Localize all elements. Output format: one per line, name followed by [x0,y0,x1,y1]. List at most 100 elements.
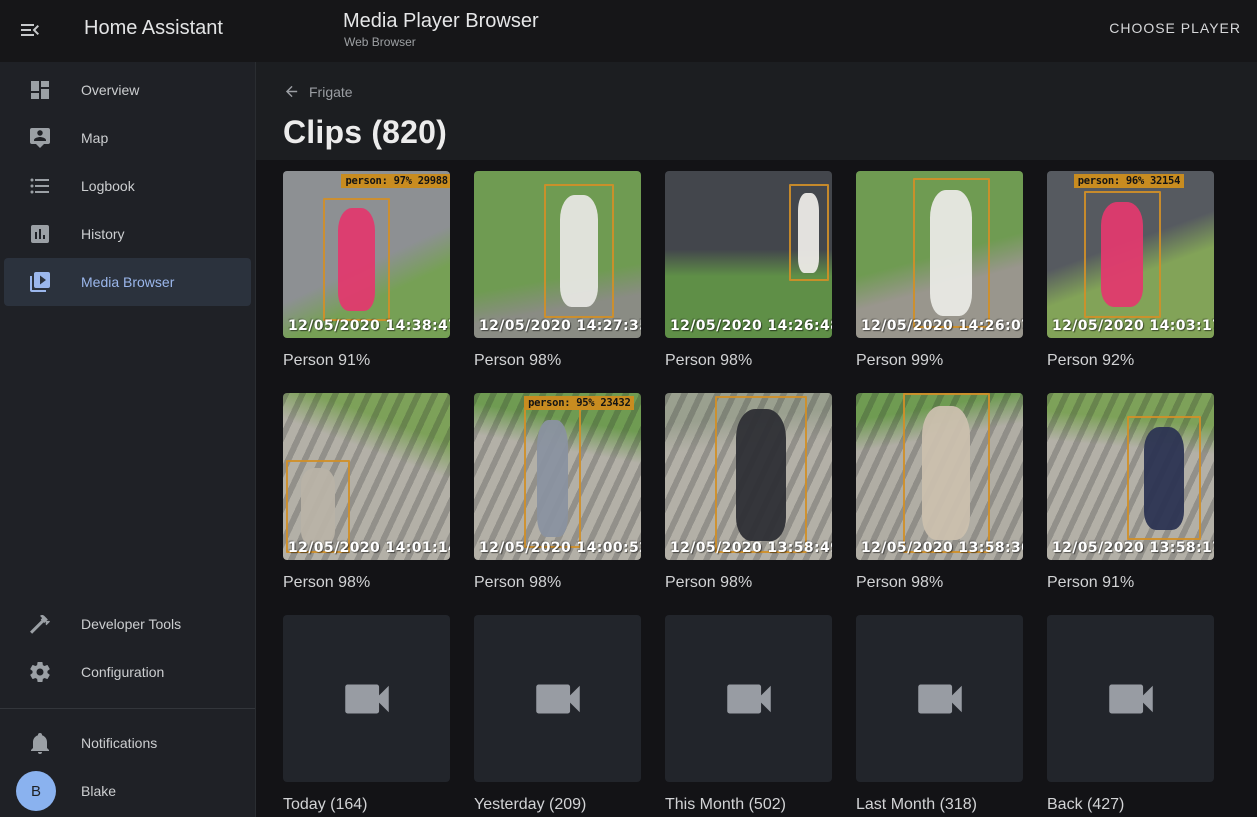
clip-card[interactable]: 12/05/2020 13:58:30 Person 98% [856,393,1023,592]
detection-box [715,396,807,553]
folder-label: This Month (502) [665,795,832,814]
clip-label: Person 91% [1047,573,1214,592]
hammer-icon [28,612,52,636]
person-figure [301,468,335,545]
view-dashboard-icon [28,78,52,102]
clip-card[interactable]: 12/05/2020 14:01:14 Person 98% [283,393,450,592]
sidebar-nav: Overview Map Logbook History Media Brows… [0,62,255,306]
sidebar-item-configuration[interactable]: Configuration [4,648,251,696]
clip-card[interactable]: 12/05/2020 14:26:48 Person 98% [665,171,832,370]
media-grid: person: 97% 29988 12/05/2020 14:38:47 Pe… [283,171,1214,814]
choose-player-button[interactable]: CHOOSE PLAYER [1109,20,1241,36]
clip-label: Person 98% [474,573,641,592]
clip-label: Person 92% [1047,351,1214,370]
sidebar-divider [0,708,255,709]
clip-thumbnail: 12/05/2020 14:26:48 [665,171,832,338]
sidebar-item-label: Configuration [81,664,164,680]
avatar: B [16,771,56,811]
detection-osd-label: person: 97% 29988 [341,174,450,188]
folder-thumbnail [665,615,832,782]
clip-label: Person 99% [856,351,1023,370]
detection-box [323,198,390,322]
folder-card-this-month-502[interactable]: This Month (502) [665,615,832,814]
clip-thumbnail: 12/05/2020 13:58:49 [665,393,832,560]
arrow-left-icon [283,83,300,100]
menu-open-icon[interactable] [18,18,44,44]
folder-label: Today (164) [283,795,450,814]
detection-osd-label: person: 95% 23432 [524,396,634,410]
sidebar: Overview Map Logbook History Media Brows… [0,62,256,817]
format-list-bulleted-icon [28,174,52,198]
sidebar-item-profile[interactable]: B Blake [4,767,251,815]
clip-label: Person 98% [856,573,1023,592]
folder-thumbnail [1047,615,1214,782]
folder-thumbnail [283,615,450,782]
person-figure [798,193,819,273]
sidebar-item-history[interactable]: History [4,210,251,258]
tooltip-account-icon [28,126,52,150]
menu-open-icon [18,18,42,42]
app-bar: Home Assistant Media Player Browser Web … [0,0,1257,62]
clip-card[interactable]: 12/05/2020 14:26:07 Person 99% [856,171,1023,370]
hammer-icon-wrap [28,612,52,636]
clip-thumbnail: person: 95% 23432 12/05/2020 14:00:52 [474,393,641,560]
clip-timestamp: 12/05/2020 14:03:17 [1052,318,1214,334]
clip-timestamp: 12/05/2020 13:58:30 [861,540,1023,556]
panel-title: Media Player Browser [343,9,539,33]
clip-thumbnail: 12/05/2020 14:26:07 [856,171,1023,338]
person-figure [930,190,972,316]
clip-label: Person 98% [665,351,832,370]
clip-card[interactable]: person: 97% 29988 12/05/2020 14:38:47 Pe… [283,171,450,370]
clip-thumbnail: 12/05/2020 13:58:17 [1047,393,1214,560]
clip-label: Person 98% [665,573,832,592]
clip-card[interactable]: 12/05/2020 13:58:49 Person 98% [665,393,832,592]
clip-thumbnail: person: 97% 29988 12/05/2020 14:38:47 [283,171,450,338]
sidebar-item-developer-tools[interactable]: Developer Tools [4,600,251,648]
folder-card-last-month-318[interactable]: Last Month (318) [856,615,1023,814]
notifications-label: Notifications [81,735,157,751]
clip-thumbnail: person: 96% 32154 12/05/2020 14:03:17 [1047,171,1214,338]
clip-card[interactable]: 12/05/2020 13:58:17 Person 91% [1047,393,1214,592]
arrow-left-icon [283,83,300,100]
clip-timestamp: 12/05/2020 14:00:52 [479,540,641,556]
sidebar-item-logbook[interactable]: Logbook [4,162,251,210]
format-list-bulleted-icon-wrap [28,174,52,198]
folder-card-back-427[interactable]: Back (427) [1047,615,1214,814]
video-icon [338,670,396,728]
view-dashboard-icon-wrap [28,78,52,102]
person-figure [1144,427,1184,530]
sidebar-item-overview[interactable]: Overview [4,66,251,114]
bell-icon [28,731,52,755]
sidebar-title: Home Assistant [84,17,223,40]
chart-box-icon [28,222,52,246]
breadcrumb[interactable]: Frigate [283,83,353,100]
clip-card[interactable]: person: 95% 23432 12/05/2020 14:00:52 Pe… [474,393,641,592]
folder-card-yesterday-209[interactable]: Yesterday (209) [474,615,641,814]
gear-icon-wrap [28,660,52,684]
clip-label: Person 98% [474,351,641,370]
chart-box-icon-wrap [28,222,52,246]
clip-timestamp: 12/05/2020 14:26:07 [861,318,1023,334]
sidebar-item-media-browser[interactable]: Media Browser [4,258,251,306]
clip-timestamp: 12/05/2020 14:38:47 [288,318,450,334]
sidebar-item-map[interactable]: Map [4,114,251,162]
detection-osd-label: person: 96% 32154 [1074,174,1184,188]
clip-card[interactable]: person: 96% 32154 12/05/2020 14:03:17 Pe… [1047,171,1214,370]
folder-label: Last Month (318) [856,795,1023,814]
sidebar-item-label: Media Browser [81,274,174,290]
folder-thumbnail [856,615,1023,782]
clip-card[interactable]: 12/05/2020 14:27:35 Person 98% [474,171,641,370]
folder-thumbnail [474,615,641,782]
person-figure [338,208,374,311]
folder-card-today-164[interactable]: Today (164) [283,615,450,814]
clip-thumbnail: 12/05/2020 14:27:35 [474,171,641,338]
sidebar-item-notifications[interactable]: Notifications [4,719,251,767]
person-figure [537,420,568,537]
play-box-multiple-icon-wrap [28,270,52,294]
sidebar-item-label: Developer Tools [81,616,181,632]
bell-icon [28,731,52,755]
clip-label: Person 91% [283,351,450,370]
breadcrumb-label: Frigate [309,84,353,100]
detection-box [789,184,829,281]
person-figure [1101,202,1143,308]
